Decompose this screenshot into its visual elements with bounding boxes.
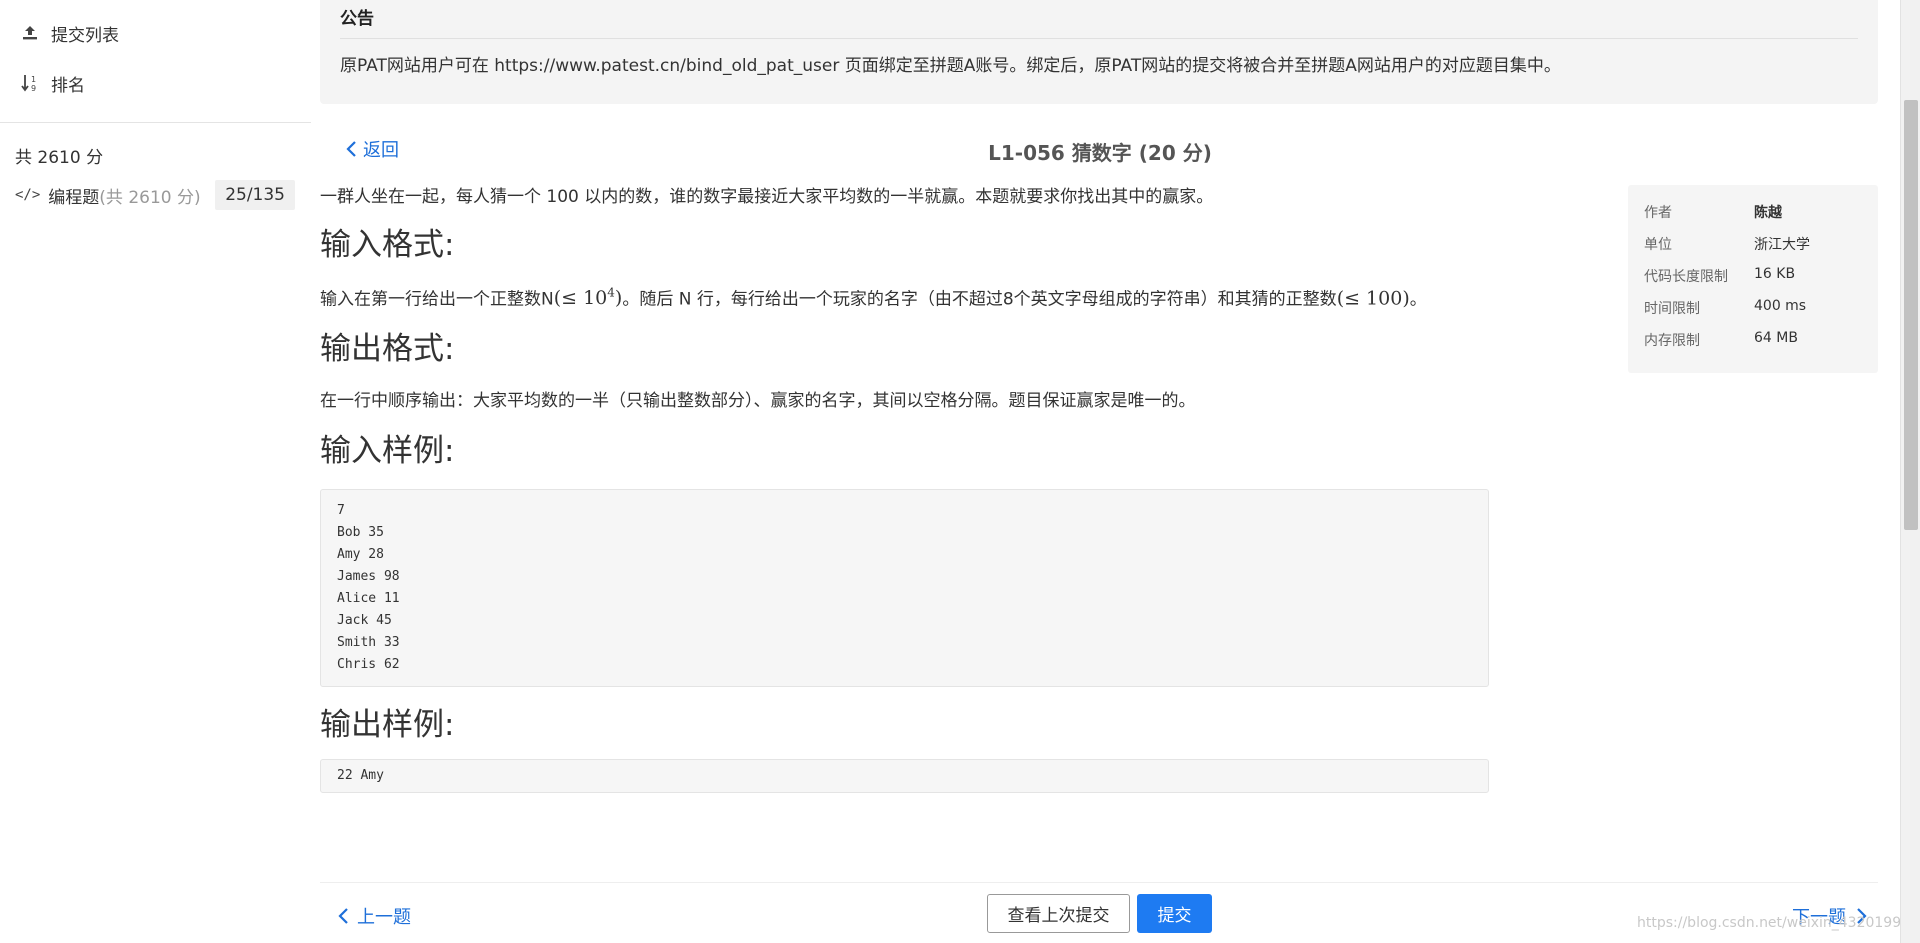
code-icon: </> xyxy=(15,187,41,203)
category-count-badge: 25/135 xyxy=(215,180,295,210)
chevron-left-icon xyxy=(338,908,348,924)
code-line: Bob 35 xyxy=(337,525,384,541)
sample-output-heading: 输出样例: xyxy=(320,707,455,744)
info-value: 16 KB xyxy=(1754,266,1796,282)
bottom-divider xyxy=(320,882,1878,883)
svg-text:9: 9 xyxy=(31,84,36,93)
announcement-text: 原PAT网站用户可在 https://www.patest.cn/bind_ol… xyxy=(340,56,1561,76)
sample-output-block: 22 Amy xyxy=(320,759,1489,794)
info-value: 浙江大学 xyxy=(1754,237,1810,253)
info-row-code-limit: 代码长度限制 16 KB xyxy=(1644,266,1795,286)
info-value: 64 MB xyxy=(1754,330,1798,346)
announcement-panel: 公告 原PAT网站用户可在 https://www.patest.cn/bind… xyxy=(320,0,1878,104)
code-line: 22 Amy xyxy=(337,768,384,784)
info-value: 陈越 xyxy=(1754,205,1782,221)
info-key: 代码长度限制 xyxy=(1644,269,1728,285)
page-scrollbar[interactable] xyxy=(1900,0,1920,943)
sidebar-item-ranking[interactable]: 19 排名 xyxy=(19,63,85,103)
problem-title: L1-056 猜数字 (20 分) xyxy=(988,141,1212,165)
sidebar-item-label: 提交列表 xyxy=(51,25,119,46)
math-expression: (≤ 104) xyxy=(553,286,623,310)
info-row-author: 作者 陈越 xyxy=(1644,202,1782,222)
info-key: 时间限制 xyxy=(1644,301,1700,317)
announcement-divider xyxy=(340,38,1858,39)
info-row-time-limit: 时间限制 400 ms xyxy=(1644,298,1806,318)
sidebar-item-label: 排名 xyxy=(51,75,85,96)
problem-description: 一群人坐在一起，每人猜一个 100 以内的数，谁的数字最接近大家平均数的一半就赢… xyxy=(320,187,1214,207)
problem-info-panel: 作者 陈越 单位 浙江大学 代码长度限制 16 KB 时间限制 400 ms 内… xyxy=(1628,185,1878,373)
view-last-submission-button[interactable]: 查看上次提交 xyxy=(987,894,1130,933)
upload-icon xyxy=(19,22,41,44)
sort-icon: 19 xyxy=(19,72,41,94)
code-line: Jack 45 xyxy=(337,613,392,629)
submit-button[interactable]: 提交 xyxy=(1137,894,1212,933)
announcement-title: 公告 xyxy=(340,9,374,29)
category-detail: (共 2610 分) xyxy=(99,187,201,208)
info-row-memory-limit: 内存限制 64 MB xyxy=(1644,330,1798,350)
code-line: James 98 xyxy=(337,569,400,585)
problem-content: 一群人坐在一起，每人猜一个 100 以内的数，谁的数字最接近大家平均数的一半就赢… xyxy=(320,185,1490,794)
watermark: https://blog.csdn.net/weixin_43201995 xyxy=(1637,915,1911,931)
input-format-heading: 输入格式: xyxy=(320,227,455,263)
info-key: 内存限制 xyxy=(1644,333,1700,349)
math-part: (≤ 10 xyxy=(553,287,608,310)
sample-input-heading: 输入样例: xyxy=(320,433,455,470)
sample-input-block: 7 Bob 35 Amy 28 James 98 Alice 11 Jack 4… xyxy=(320,489,1489,688)
math-superscript: 4 xyxy=(607,286,615,300)
input-text-part: 。 xyxy=(1409,289,1427,310)
sidebar-divider xyxy=(0,122,311,123)
info-value: 400 ms xyxy=(1754,298,1807,314)
output-format-heading: 输出格式: xyxy=(320,331,455,368)
code-line: Chris 62 xyxy=(337,657,400,673)
input-text-part: 输入在第一行给出一个正整数N xyxy=(320,289,554,310)
scrollbar-thumb[interactable] xyxy=(1904,100,1918,530)
code-line: Amy 28 xyxy=(337,547,384,563)
code-line: Smith 33 xyxy=(337,635,400,651)
info-key: 单位 xyxy=(1644,237,1672,253)
category-label: 编程题 xyxy=(48,187,100,208)
math-expression: (≤ 100) xyxy=(1336,287,1410,310)
output-format-text: 在一行中顺序输出：大家平均数的一半（只输出整数部分）、赢家的名字，其间以空格分隔… xyxy=(320,391,1196,412)
prev-label: 上一题 xyxy=(357,907,411,928)
code-line: Alice 11 xyxy=(337,591,400,607)
prev-problem-link[interactable]: 上一题 xyxy=(337,903,411,929)
code-line: 7 xyxy=(337,503,345,519)
input-text-part: 。随后 N 行，每行给出一个玩家的名字（由不超过8个英文字母组成的字符串）和其猜… xyxy=(622,289,1337,310)
info-row-org: 单位 浙江大学 xyxy=(1644,234,1810,254)
input-format-text: 输入在第一行给出一个正整数N(≤ 104)。随后 N 行，每行给出一个玩家的名字… xyxy=(320,281,1490,311)
category-programming[interactable]: </> 编程题 (共 2610 分) 25/135 xyxy=(15,180,295,210)
sidebar-item-submissions[interactable]: 提交列表 xyxy=(19,13,119,53)
svg-text:1: 1 xyxy=(31,75,36,84)
info-key: 作者 xyxy=(1644,205,1672,221)
